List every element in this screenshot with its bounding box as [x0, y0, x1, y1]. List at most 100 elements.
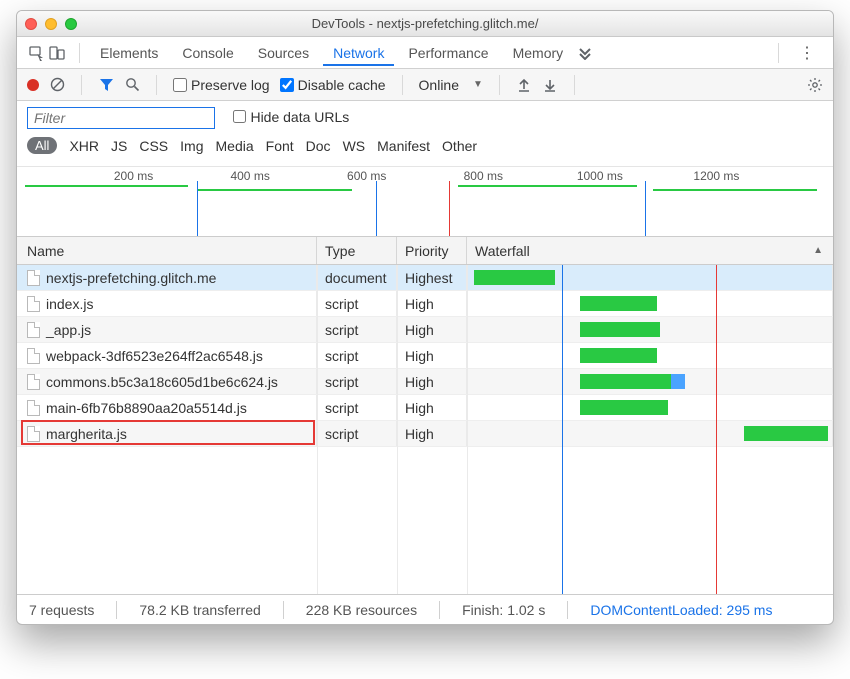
type-filter-all[interactable]: All: [27, 137, 57, 154]
cell-type: script: [317, 291, 397, 316]
request-name: index.js: [46, 296, 93, 312]
status-resources: 228 KB resources: [306, 602, 417, 618]
timeline-tick: 200 ms: [114, 169, 153, 183]
tab-console[interactable]: Console: [172, 40, 243, 66]
row-highlight: [21, 420, 315, 445]
sort-indicator-icon: ▲: [813, 245, 823, 256]
cell-priority: High: [397, 421, 467, 446]
cell-name: main-6fb76b8890aa20a5514d.js: [17, 395, 317, 420]
type-filter-xhr[interactable]: XHR: [69, 138, 99, 154]
device-toolbar-icon[interactable]: [49, 45, 65, 61]
tab-memory[interactable]: Memory: [503, 40, 574, 66]
tab-network[interactable]: Network: [323, 40, 394, 66]
cell-waterfall: [467, 343, 833, 368]
preserve-log-input[interactable]: [173, 78, 187, 92]
timeline-overview[interactable]: 200 ms400 ms600 ms800 ms1000 ms1200 ms: [17, 167, 833, 237]
type-filter-img[interactable]: Img: [180, 138, 203, 154]
type-filter-other[interactable]: Other: [442, 138, 477, 154]
type-filter-manifest[interactable]: Manifest: [377, 138, 430, 154]
requests-table-header: Name Type Priority Waterfall ▲: [17, 237, 833, 265]
cell-waterfall: [467, 291, 833, 316]
request-row[interactable]: webpack-3df6523e264ff2ac6548.jsscriptHig…: [17, 343, 833, 369]
search-icon[interactable]: [124, 77, 140, 93]
request-row[interactable]: commons.b5c3a18c605d1be6c624.jsscriptHig…: [17, 369, 833, 395]
cell-priority: Highest: [397, 265, 467, 290]
waterfall-bar: [580, 400, 668, 415]
cell-waterfall: [467, 369, 833, 394]
type-filter-font[interactable]: Font: [266, 138, 294, 154]
status-transferred: 78.2 KB transferred: [139, 602, 260, 618]
request-row[interactable]: nextjs-prefetching.glitch.medocumentHigh…: [17, 265, 833, 291]
request-name: main-6fb76b8890aa20a5514d.js: [46, 400, 247, 416]
tab-elements[interactable]: Elements: [90, 40, 168, 66]
column-type[interactable]: Type: [317, 237, 397, 264]
cell-type: script: [317, 343, 397, 368]
cell-priority: High: [397, 395, 467, 420]
waterfall-bar: [474, 270, 554, 285]
request-row[interactable]: main-6fb76b8890aa20a5514d.js scriptHigh: [17, 395, 833, 421]
type-filter-media[interactable]: Media: [216, 138, 254, 154]
separator: [499, 75, 500, 95]
network-toolbar: Preserve log Disable cache Online ▼: [17, 69, 833, 101]
waterfall-bar: [744, 426, 828, 441]
type-filter-css[interactable]: CSS: [139, 138, 168, 154]
cell-type: script: [317, 317, 397, 342]
request-row[interactable]: index.js scriptHigh: [17, 291, 833, 317]
file-icon: [27, 400, 40, 416]
file-icon: [27, 322, 40, 338]
request-name: nextjs-prefetching.glitch.me: [46, 270, 216, 286]
tab-performance[interactable]: Performance: [398, 40, 498, 66]
separator: [79, 43, 80, 63]
column-waterfall[interactable]: Waterfall ▲: [467, 237, 833, 264]
cell-name: index.js: [17, 291, 317, 316]
hide-data-urls-label: Hide data URLs: [250, 109, 349, 125]
waterfall-bar: [580, 348, 657, 363]
cell-priority: High: [397, 291, 467, 316]
disable-cache-checkbox[interactable]: Disable cache: [280, 77, 386, 93]
timeline-tick: 600 ms: [347, 169, 386, 183]
cell-name: webpack-3df6523e264ff2ac6548.js: [17, 343, 317, 368]
requests-table-body: nextjs-prefetching.glitch.medocumentHigh…: [17, 265, 833, 594]
column-priority[interactable]: Priority: [397, 237, 467, 264]
separator: [778, 43, 779, 63]
titlebar: DevTools - nextjs-prefetching.glitch.me/: [17, 11, 833, 37]
column-name[interactable]: Name: [17, 237, 317, 264]
filter-icon[interactable]: [98, 77, 114, 93]
cell-priority: High: [397, 343, 467, 368]
separator: [402, 75, 403, 95]
disable-cache-input[interactable]: [280, 78, 294, 92]
more-tabs-chevron-icon[interactable]: [577, 45, 593, 61]
status-requests: 7 requests: [29, 602, 94, 618]
request-name: _app.js: [46, 322, 91, 338]
waterfall-bar: [580, 322, 660, 337]
status-domcontentloaded[interactable]: DOMContentLoaded: 295 ms: [590, 602, 772, 618]
waterfall-bar: [580, 296, 657, 311]
filter-input[interactable]: [27, 107, 215, 129]
preserve-log-checkbox[interactable]: Preserve log: [173, 77, 270, 93]
record-button[interactable]: [27, 79, 39, 91]
load-event-line: [716, 265, 717, 594]
hide-data-urls-checkbox[interactable]: Hide data URLs: [233, 109, 349, 125]
cell-name: nextjs-prefetching.glitch.me: [17, 265, 317, 290]
timeline-tick: 1000 ms: [577, 169, 623, 183]
cell-priority: High: [397, 317, 467, 342]
hide-data-urls-input[interactable]: [233, 110, 246, 123]
request-row[interactable]: _app.js scriptHigh: [17, 317, 833, 343]
cell-waterfall: [467, 317, 833, 342]
inspect-element-icon[interactable]: [29, 45, 45, 61]
settings-gear-icon[interactable]: [807, 77, 823, 93]
status-bar: 7 requests 78.2 KB transferred 228 KB re…: [17, 594, 833, 624]
clear-icon[interactable]: [49, 77, 65, 93]
tab-sources[interactable]: Sources: [248, 40, 319, 66]
type-filter-doc[interactable]: Doc: [306, 138, 331, 154]
cell-type: script: [317, 395, 397, 420]
throttle-value: Online: [419, 77, 459, 93]
download-har-icon[interactable]: [542, 77, 558, 93]
type-filter-tabs: All XHR JS CSS Img Media Font Doc WS Manifest Othe…: [27, 129, 823, 162]
type-filter-js[interactable]: JS: [111, 138, 127, 154]
type-filter-ws[interactable]: WS: [343, 138, 366, 154]
kebab-menu-icon[interactable]: ⋮: [789, 43, 825, 63]
devtools-window: DevTools - nextjs-prefetching.glitch.me/…: [16, 10, 834, 625]
upload-har-icon[interactable]: [516, 77, 532, 93]
throttle-select[interactable]: Online ▼: [419, 77, 483, 93]
